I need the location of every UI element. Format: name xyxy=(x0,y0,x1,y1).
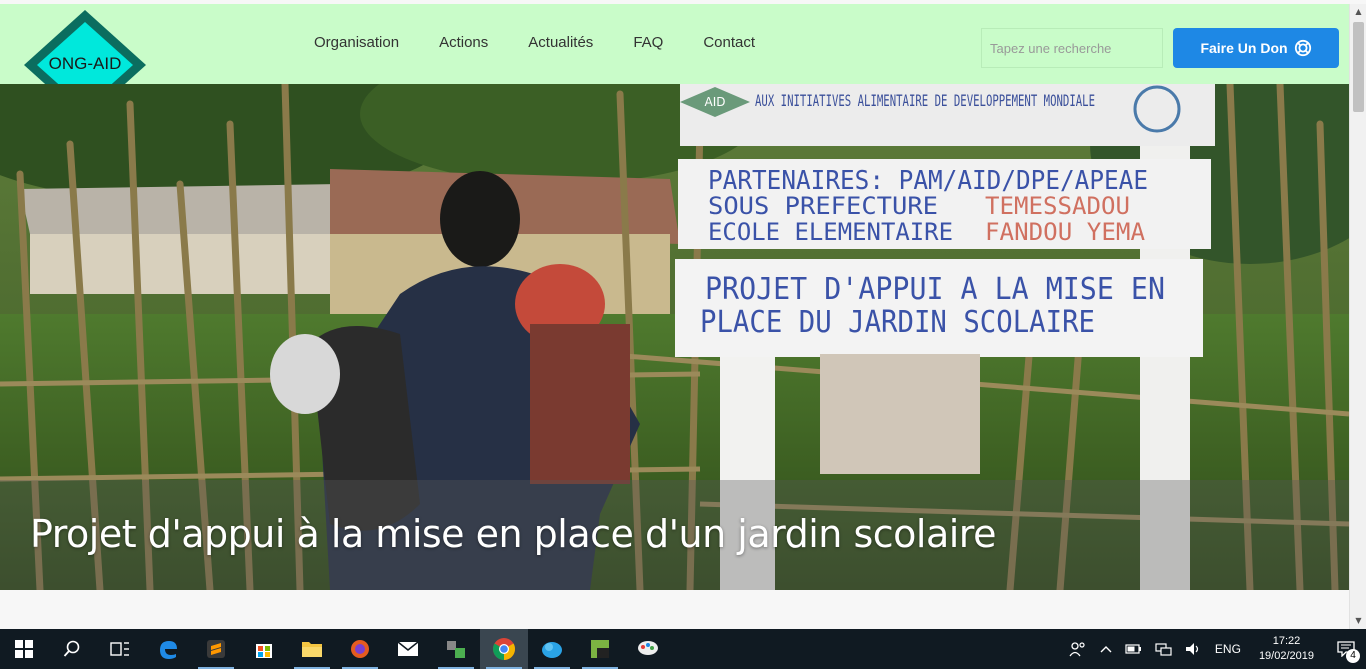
taskbar-store[interactable] xyxy=(240,629,288,669)
clock-time: 17:22 xyxy=(1272,635,1301,647)
chevron-up-icon[interactable] xyxy=(1093,644,1119,654)
sign-top-text: AUX INITIATIVES ALIMENTAIRE DE DEVELOPPE… xyxy=(755,91,1095,110)
sublime-icon xyxy=(207,640,225,658)
taskbar-network-app[interactable] xyxy=(432,629,480,669)
network-app-icon xyxy=(447,641,465,658)
page-scrollbar[interactable]: ▲ ▼ xyxy=(1349,4,1366,629)
task-view-icon xyxy=(110,642,129,656)
clock-date: 19/02/2019 xyxy=(1258,650,1314,662)
sign-mid-line2-right: TEMESSADOU xyxy=(985,192,1130,220)
sign-bottom-line1: PROJET D'APPUI A LA MISE EN xyxy=(705,272,1165,307)
scroll-thumb[interactable] xyxy=(1353,22,1364,112)
nav-item-actualites[interactable]: Actualités xyxy=(508,34,613,51)
scroll-up-icon[interactable]: ▲ xyxy=(1350,4,1366,20)
task-view-button[interactable] xyxy=(96,629,144,669)
people-icon[interactable] xyxy=(1063,641,1093,657)
nav-item-contact[interactable]: Contact xyxy=(683,34,775,51)
site-header: ONG-AID Organisation Actions Actualités … xyxy=(0,4,1349,120)
taskbar-file-explorer[interactable] xyxy=(288,629,336,669)
scroll-down-icon[interactable]: ▼ xyxy=(1350,613,1366,629)
taskbar-sublime[interactable] xyxy=(192,629,240,669)
main-nav: Organisation Actions Actualités FAQ Cont… xyxy=(294,34,775,51)
taskbar-edge[interactable] xyxy=(144,629,192,669)
search-icon xyxy=(63,640,80,657)
store-icon xyxy=(256,644,272,658)
hero-banner: AID AUX INITIATIVES ALIMENTAIRE DE DEVEL… xyxy=(0,84,1349,590)
network-icon[interactable] xyxy=(1149,642,1179,656)
notification-count-badge: 4 xyxy=(1346,649,1360,663)
firefox-icon xyxy=(351,640,369,658)
system-tray: ENG 17:22 19/02/2019 4 xyxy=(1063,629,1366,669)
volume-icon[interactable] xyxy=(1179,642,1209,656)
taskbar-mail[interactable] xyxy=(384,629,432,669)
language-indicator[interactable]: ENG xyxy=(1209,642,1247,656)
taskbar-search-button[interactable] xyxy=(48,629,96,669)
edge-icon xyxy=(160,641,177,659)
hero-caption: Projet d'appui à la mise en place d'un j… xyxy=(30,512,996,556)
folder-icon xyxy=(302,642,322,657)
donate-button[interactable]: Faire Un Don xyxy=(1173,28,1339,68)
paint-app-icon xyxy=(638,641,658,655)
sign-bottom-line2: PLACE DU JARDIN SCOLAIRE xyxy=(700,305,1095,340)
nav-item-faq[interactable]: FAQ xyxy=(613,34,683,51)
cloud-app-icon xyxy=(542,642,562,658)
taskbar-cloud-app[interactable] xyxy=(528,629,576,669)
windows-icon xyxy=(15,640,33,658)
sign-mid-line2-left: SOUS PREFECTURE xyxy=(708,192,938,220)
start-button[interactable] xyxy=(0,629,48,669)
search-input[interactable] xyxy=(981,28,1163,68)
sign-top-badge: AID xyxy=(705,95,726,109)
browser-page: ONG-AID Organisation Actions Actualités … xyxy=(0,0,1366,629)
nav-item-actions[interactable]: Actions xyxy=(419,34,508,51)
sign-mid-line3-right: FANDOU YEMA xyxy=(985,218,1146,246)
donate-label: Faire Un Don xyxy=(1200,40,1288,56)
nav-item-organisation[interactable]: Organisation xyxy=(294,34,419,51)
windows-taskbar: ENG 17:22 19/02/2019 4 xyxy=(0,629,1366,669)
chrome-icon xyxy=(493,638,515,660)
lifebuoy-icon xyxy=(1294,39,1311,57)
sign-mid-line3-left: ECOLE ELEMENTAIRE xyxy=(708,218,953,246)
action-center-button[interactable]: 4 xyxy=(1326,629,1366,669)
taskbar-clock[interactable]: 17:22 19/02/2019 xyxy=(1247,634,1326,664)
mail-icon xyxy=(397,641,419,656)
taskbar-firefox[interactable] xyxy=(336,629,384,669)
power-icon[interactable] xyxy=(1119,642,1149,656)
logo-text: ONG-AID xyxy=(48,54,122,73)
taskbar-paint-app[interactable] xyxy=(624,629,672,669)
terminal-app-icon xyxy=(591,640,609,658)
taskbar-chrome[interactable] xyxy=(480,629,528,669)
taskbar-terminal-app[interactable] xyxy=(576,629,624,669)
